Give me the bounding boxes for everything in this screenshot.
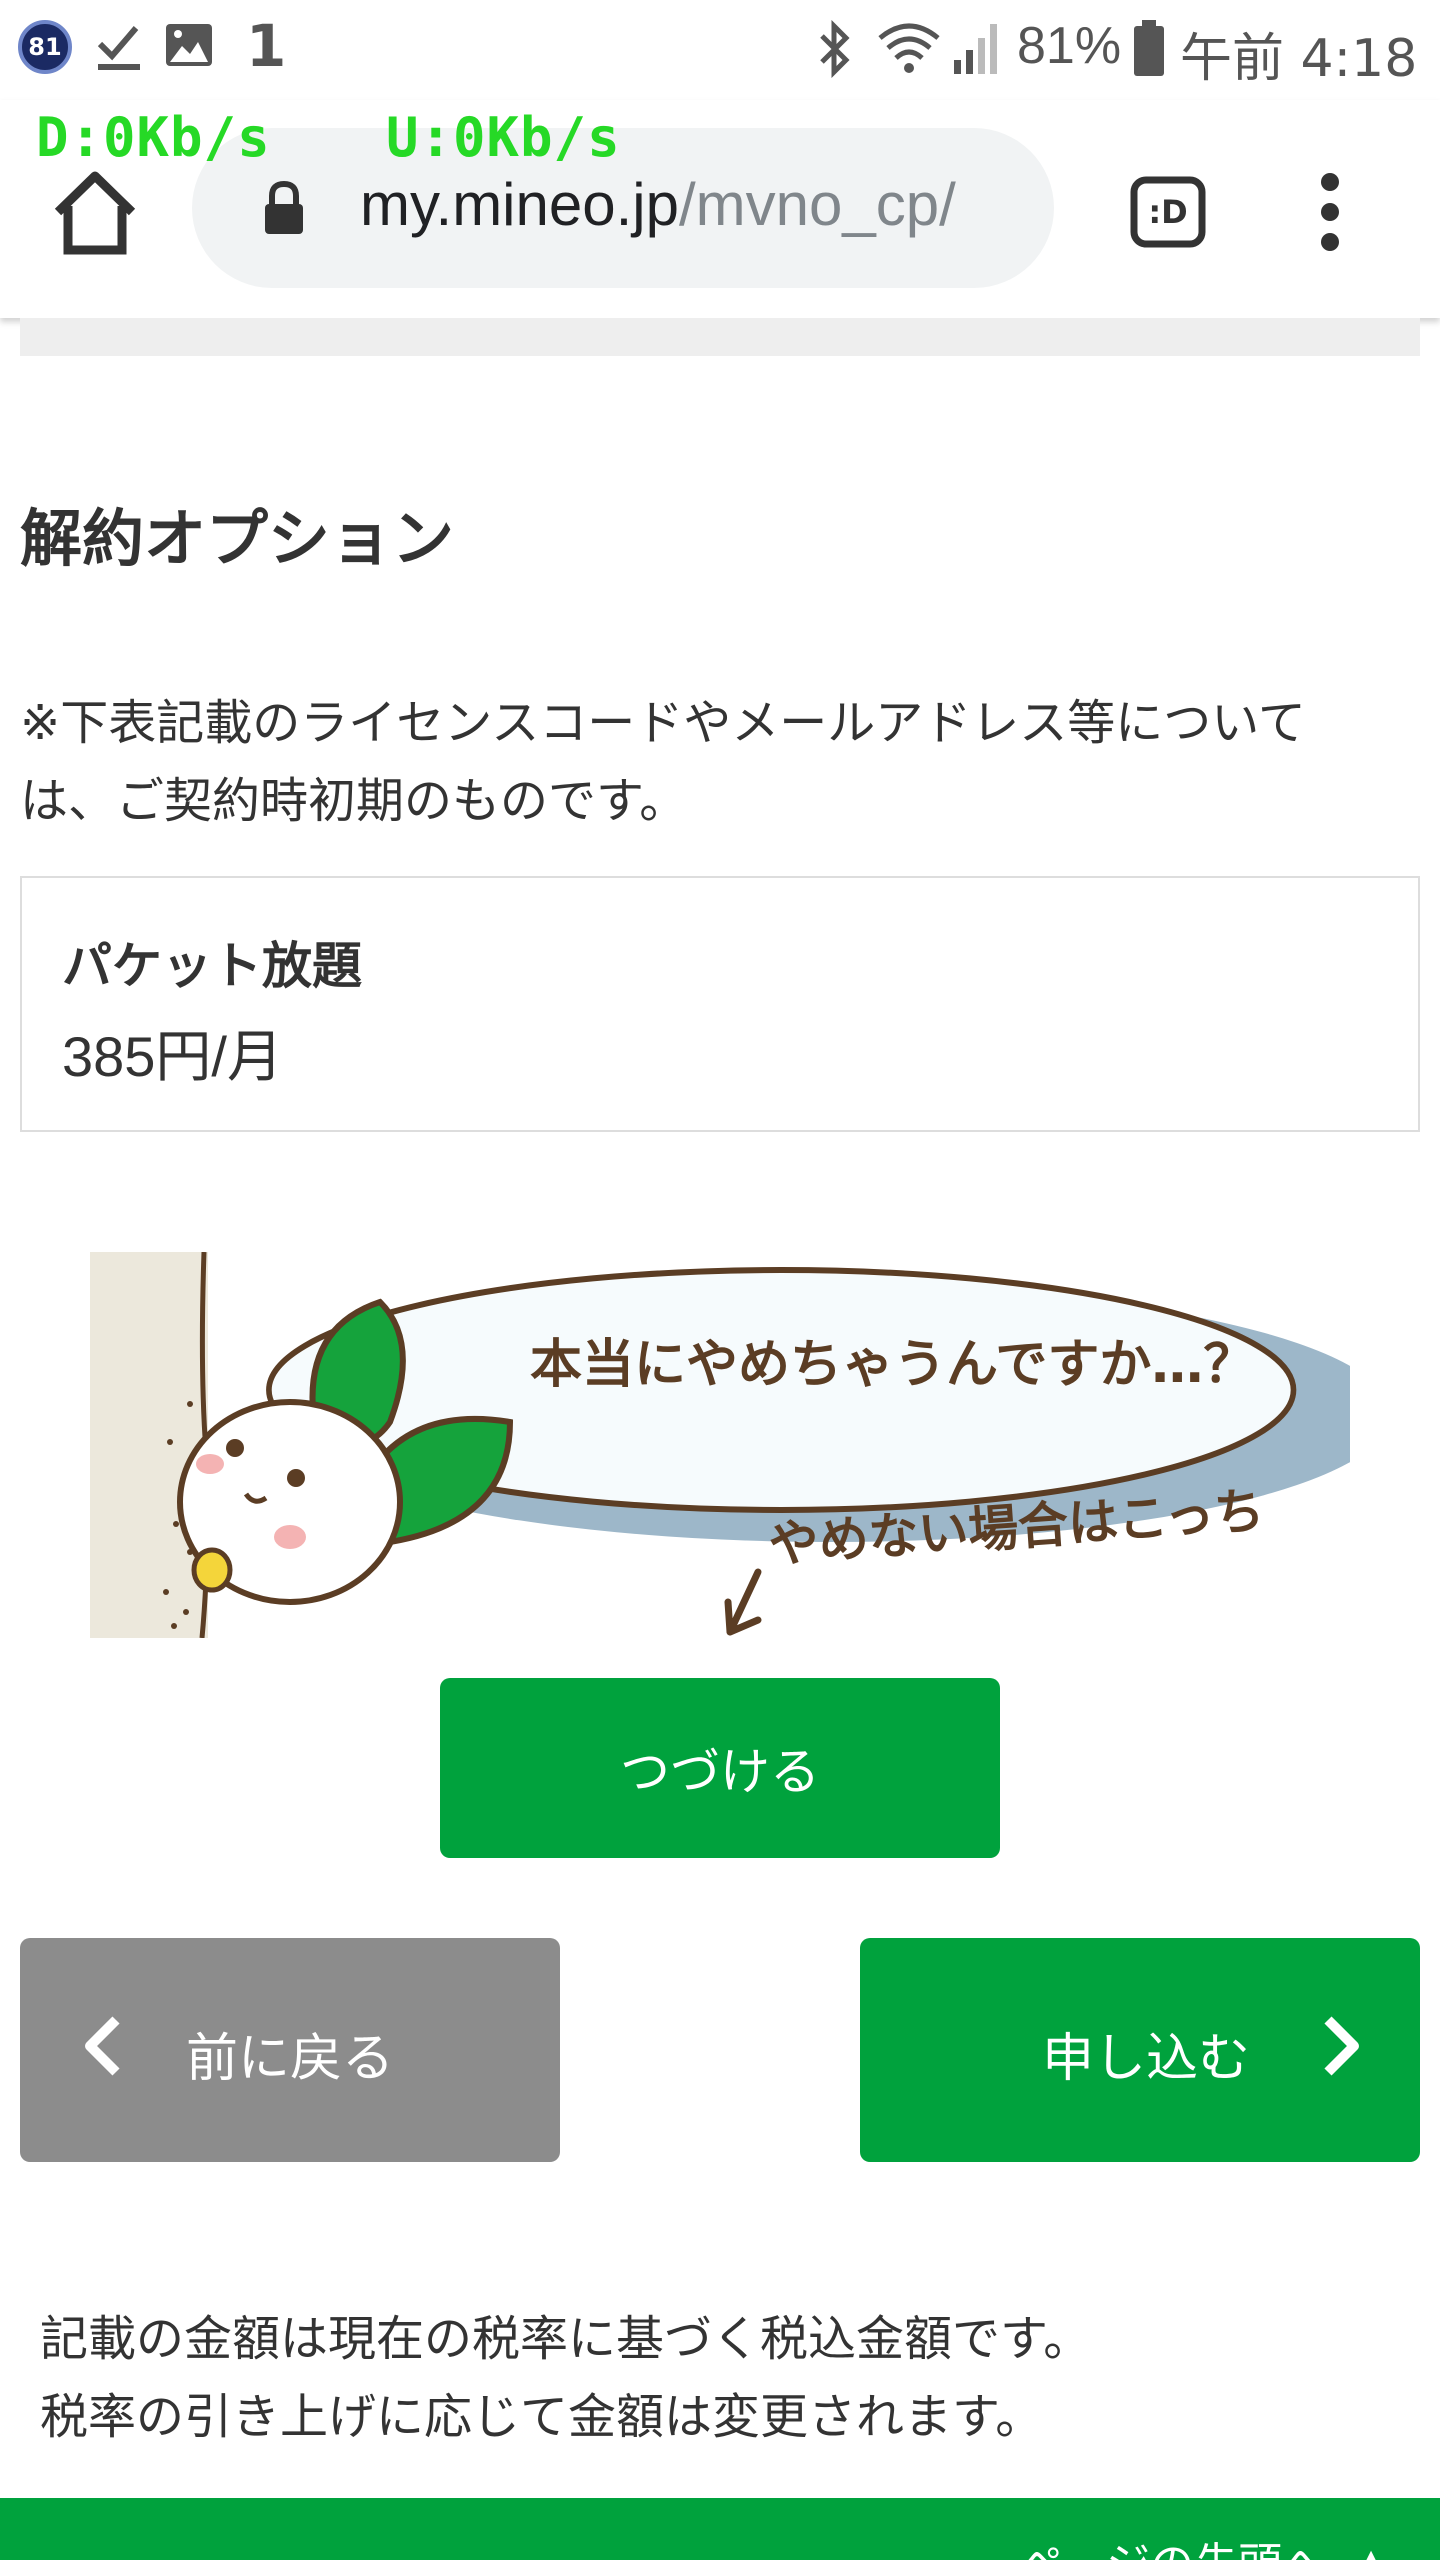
signal-icon bbox=[954, 24, 997, 74]
note-text: ※下表記載のライセンスコードやメールアドレス等について は、ご契約時初期のもので… bbox=[20, 684, 1380, 840]
footnote-line: 税率の引き上げに応じて金額は変更されます。 bbox=[40, 2389, 1044, 2445]
upload-speed: U:0Kb/s bbox=[386, 106, 621, 169]
wifi-icon bbox=[878, 23, 940, 73]
notification-count: 1 bbox=[246, 12, 287, 80]
url-host: my.mineo.jp bbox=[360, 171, 679, 238]
url-text: my.mineo.jp/mvno_cp/ bbox=[360, 170, 956, 239]
apply-button[interactable]: 申し込む bbox=[860, 1938, 1420, 2162]
continue-button[interactable]: つづける bbox=[440, 1678, 1000, 1858]
status-bar: 81 1 81% 午前 4:18 bbox=[0, 0, 1440, 100]
url-bar[interactable]: my.mineo.jp/mvno_cp/ bbox=[192, 128, 1054, 288]
chevron-up-icon: ▲ bbox=[1354, 2539, 1388, 2560]
section-title: 解約オプション bbox=[20, 502, 455, 575]
clock: 午前 4:18 bbox=[1180, 29, 1418, 89]
notification-badge-icon: 81 bbox=[18, 20, 72, 74]
page-top-label: ページの先頭へ bbox=[1019, 2539, 1326, 2560]
page-top-bar: ページの先頭へ ▲ bbox=[0, 2498, 1440, 2560]
chevron-left-icon bbox=[85, 2016, 120, 2076]
back-button-label: 前に戻る bbox=[186, 2029, 395, 2089]
page-top-link[interactable]: ページの先頭へ ▲ bbox=[1019, 2528, 1388, 2560]
tax-footnote: 記載の金額は現在の税率に基づく税込金額です。 税率の引き上げに応じて金額は変更さ… bbox=[40, 2300, 1400, 2456]
section-divider bbox=[20, 318, 1420, 356]
image-icon bbox=[166, 24, 212, 66]
home-icon[interactable] bbox=[50, 168, 140, 258]
footnote-line: 記載の金額は現在の税率に基づく税込金額です。 bbox=[40, 2311, 1092, 2367]
back-button[interactable]: 前に戻る bbox=[20, 1938, 560, 2162]
tab-switcher-label: :D bbox=[1148, 193, 1188, 231]
bluetooth-icon bbox=[820, 20, 850, 78]
chevron-right-icon bbox=[1324, 2016, 1359, 2076]
apply-button-label: 申し込む bbox=[1042, 2029, 1251, 2089]
option-card: パケット放題 385円/月 bbox=[20, 876, 1420, 1132]
option-name: パケット放題 bbox=[62, 937, 362, 995]
character-illustration: 本当にやめちゃうんですか…？ やめない場合はこっち bbox=[90, 1252, 1350, 1638]
more-vert-icon[interactable] bbox=[1312, 170, 1348, 254]
checkmark-icon bbox=[97, 26, 140, 70]
option-price: 385円/月 bbox=[62, 1025, 283, 1088]
note-line: は、ご契約時初期のものです。 bbox=[20, 773, 688, 829]
battery-icon bbox=[1134, 20, 1164, 76]
lock-icon bbox=[265, 180, 303, 234]
tab-switcher-button[interactable]: :D bbox=[1130, 176, 1206, 248]
speech-text: 本当にやめちゃうんですか…？ bbox=[530, 1335, 1255, 1395]
note-line: ※下表記載のライセンスコードやメールアドレス等について bbox=[20, 695, 1306, 751]
url-path: /mvno_cp/ bbox=[678, 171, 956, 238]
battery-percent: 81% bbox=[1017, 17, 1122, 75]
download-speed: D:0Kb/s bbox=[36, 106, 271, 169]
